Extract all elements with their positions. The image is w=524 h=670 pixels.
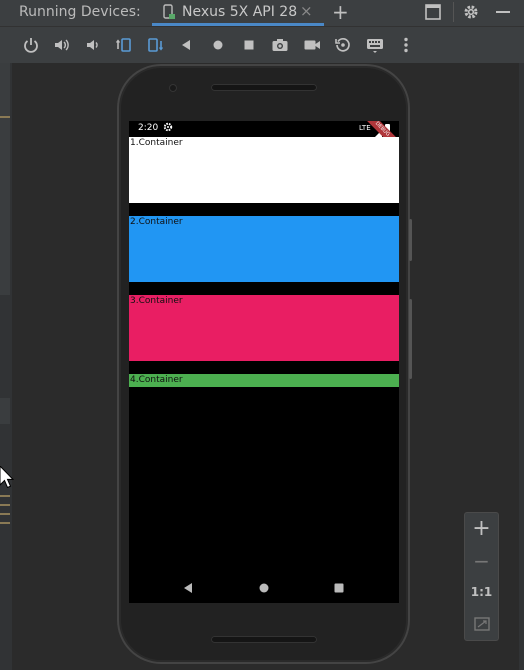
snapshot-icon[interactable]	[334, 36, 352, 54]
container-label: 1.Container	[130, 138, 183, 148]
screen-record-icon[interactable]	[303, 36, 321, 54]
close-tab-icon[interactable]: ×	[300, 2, 313, 20]
volume-up-icon[interactable]	[53, 36, 71, 54]
top-speaker	[211, 84, 317, 91]
container-1: 1.Container	[129, 137, 399, 203]
running-devices-tabbar: Running Devices: Nexus 5X API 28 × +	[0, 0, 524, 27]
status-time: 2:20	[138, 123, 159, 133]
nav-back-icon[interactable]	[183, 578, 193, 597]
front-camera	[169, 84, 177, 92]
rotate-left-icon[interactable]	[115, 36, 133, 54]
emulator-toolbar	[0, 27, 524, 63]
gear-icon[interactable]	[462, 3, 480, 25]
container-3: 3.Container	[129, 295, 399, 361]
strip-marker	[0, 522, 10, 524]
device-side-button[interactable]	[409, 219, 412, 261]
active-tab-indicator	[152, 23, 324, 26]
container-4: 4.Container	[129, 374, 399, 387]
left-tool-strip	[0, 63, 12, 670]
device-icon	[162, 4, 176, 24]
status-bar: 2:20 LTE	[129, 121, 399, 139]
container-2: 2.Container	[129, 216, 399, 282]
overview-icon[interactable]	[240, 36, 258, 54]
strip-marker	[0, 513, 10, 515]
device-screen[interactable]: 2:20 LTE DEBUG 1.Container 2.Container 3…	[129, 121, 399, 603]
panel-title: Running Devices:	[19, 4, 141, 20]
toolbar-divider	[453, 2, 454, 22]
add-device-button[interactable]: +	[332, 0, 349, 24]
nav-home-icon[interactable]	[259, 578, 269, 597]
device-tab-label: Nexus 5X API 28	[182, 4, 298, 20]
strip-marker	[0, 495, 10, 497]
zoom-out-button[interactable]: −	[465, 549, 498, 573]
rotate-right-icon[interactable]	[146, 36, 164, 54]
container-label: 3.Container	[130, 296, 183, 306]
power-icon[interactable]	[22, 36, 40, 54]
container-label: 2.Container	[130, 217, 183, 227]
left-strip-panel	[0, 63, 10, 295]
fit-screen-icon[interactable]	[465, 616, 498, 635]
settings-notification-icon	[163, 122, 173, 135]
minimize-icon[interactable]	[494, 3, 512, 25]
screenshot-icon[interactable]	[271, 36, 289, 54]
left-strip-panel	[0, 398, 10, 424]
nav-overview-icon[interactable]	[334, 578, 344, 597]
window-mode-icon[interactable]	[424, 3, 442, 25]
bottom-speaker	[211, 636, 317, 643]
cursor-icon	[0, 465, 15, 494]
device-side-button[interactable]	[409, 299, 412, 379]
container-label: 4.Container	[130, 375, 183, 385]
device-tab[interactable]: Nexus 5X API 28 ×	[152, 0, 324, 26]
actual-size-button[interactable]: 1:1	[465, 585, 498, 599]
network-type: LTE	[359, 124, 371, 132]
back-icon[interactable]	[177, 36, 195, 54]
strip-marker	[0, 116, 10, 118]
zoom-controls: + − 1:1	[464, 512, 499, 641]
zoom-in-button[interactable]: +	[465, 516, 498, 541]
right-tool-strip	[519, 63, 524, 670]
keyboard-icon[interactable]	[366, 36, 384, 54]
more-icon[interactable]	[397, 36, 415, 54]
volume-down-icon[interactable]	[84, 36, 102, 54]
home-icon[interactable]	[209, 36, 227, 54]
navigation-bar	[129, 567, 399, 603]
strip-marker	[0, 504, 10, 506]
